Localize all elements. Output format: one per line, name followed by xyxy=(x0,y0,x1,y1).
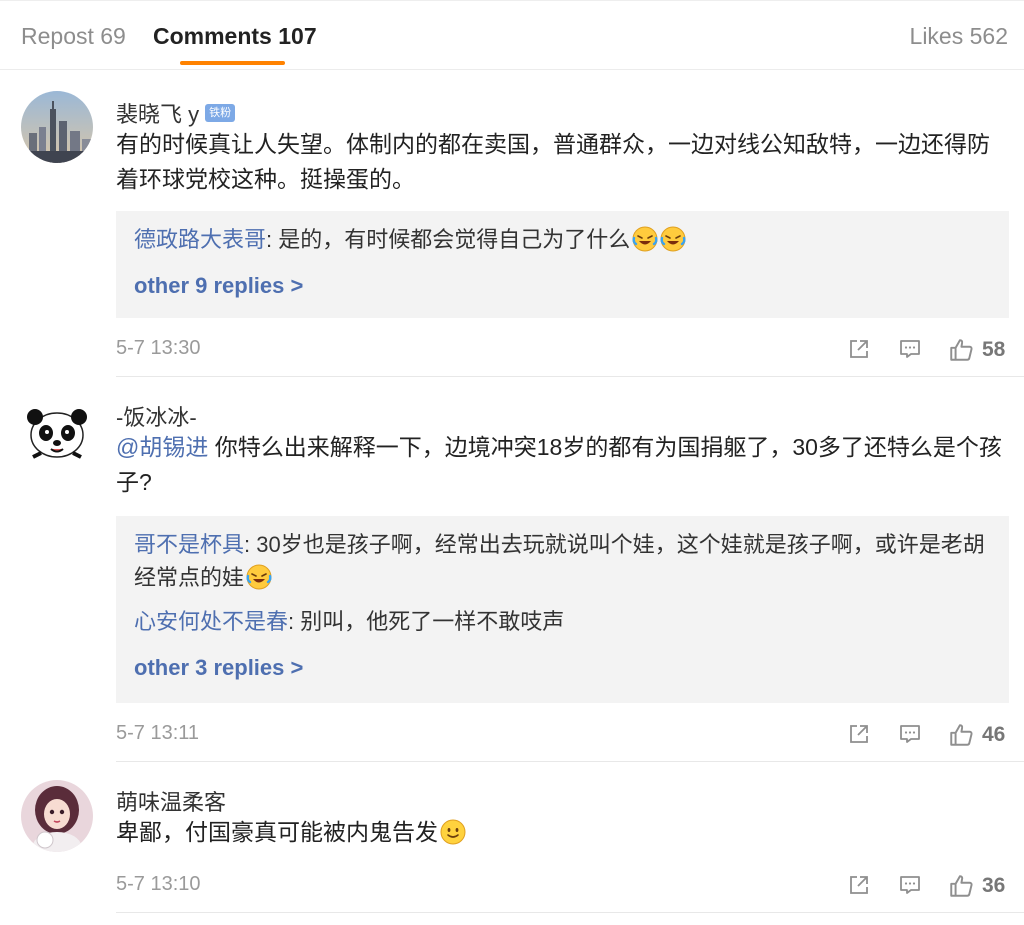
like-button[interactable]: 46 xyxy=(948,722,1005,748)
reply-author[interactable]: 心安何处不是春 xyxy=(134,609,288,634)
share-icon[interactable] xyxy=(847,337,871,361)
avatar[interactable] xyxy=(21,780,93,852)
comment-text: 有的时候真让人失望。体制内的都在卖国，普通群众，一边对线公知敌特，一边还得防着环… xyxy=(116,131,990,192)
comment-icon[interactable] xyxy=(898,722,922,746)
timestamp: 5-7 13:10 xyxy=(116,873,201,895)
divider xyxy=(116,761,1024,762)
username-text[interactable]: -饭冰冰- xyxy=(116,400,197,432)
tab-likes[interactable]: Likes 562 xyxy=(910,23,1008,50)
comment-text: 卑鄙，付国豪真可能被内鬼告发 xyxy=(116,815,1006,850)
username-text[interactable]: 裴晓飞 y xyxy=(116,97,199,129)
comment-body: 卑鄙，付国豪真可能被内鬼告发 xyxy=(116,819,438,845)
username-text[interactable]: 萌味温柔客 xyxy=(116,785,226,817)
like-button[interactable]: 36 xyxy=(948,873,1005,899)
comment-icon[interactable] xyxy=(898,873,922,897)
avatar[interactable] xyxy=(21,395,93,467)
timestamp: 5-7 13:30 xyxy=(116,337,201,359)
avatar[interactable] xyxy=(21,91,93,163)
laugh-cry-emoji xyxy=(632,226,658,252)
like-icon xyxy=(948,337,974,363)
divider xyxy=(116,376,1024,377)
more-replies-link[interactable]: other 3 replies > xyxy=(134,653,303,683)
timestamp: 5-7 13:11 xyxy=(116,722,200,744)
comment-meta: 5-7 13:11 46 xyxy=(116,720,1009,750)
like-button[interactable]: 58 xyxy=(948,337,1005,363)
reply-line: 哥不是杯具: 30岁也是孩子啊，经常出去玩就说叫个娃，这个娃就是孩子啊，或许是老… xyxy=(134,528,991,594)
username[interactable]: 萌味温柔客 xyxy=(116,785,226,817)
comment-body: 你特么出来解释一下，边境冲突18岁的都有为国捐躯了，30多了还特么是个孩子? xyxy=(116,434,1002,495)
comment-icon[interactable] xyxy=(898,337,922,361)
tab-repost[interactable]: Repost 69 xyxy=(21,23,126,50)
reply-text: : 是的，有时候都会觉得自己为了什么 xyxy=(266,227,631,252)
comment-text: @胡锡进 你特么出来解释一下，边境冲突18岁的都有为国捐躯了，30多了还特么是个… xyxy=(116,430,1006,500)
reply-text: : 别叫，他死了一样不敢吱声 xyxy=(288,609,565,634)
comment-meta: 5-7 13:10 36 xyxy=(116,871,1009,901)
reply-author[interactable]: 德政路大表哥 xyxy=(134,227,266,252)
like-icon xyxy=(948,873,974,899)
divider xyxy=(116,912,1024,913)
tab-bar: Repost 69 Comments 107 Likes 562 xyxy=(0,0,1024,70)
reply-author[interactable]: 哥不是杯具 xyxy=(134,532,244,557)
more-replies-link[interactable]: other 9 replies > xyxy=(134,271,303,301)
reply-line: 德政路大表哥: 是的，有时候都会觉得自己为了什么 xyxy=(134,223,991,256)
like-count: 58 xyxy=(982,338,1006,361)
like-count: 46 xyxy=(982,723,1006,746)
reply-line: 心安何处不是春: 别叫，他死了一样不敢吱声 xyxy=(134,605,991,638)
share-icon[interactable] xyxy=(847,722,871,746)
active-tab-indicator xyxy=(180,61,285,65)
mention-link[interactable]: @胡锡进 xyxy=(116,434,208,460)
laugh-cry-emoji xyxy=(660,226,686,252)
reply-box[interactable]: 哥不是杯具: 30岁也是孩子啊，经常出去玩就说叫个娃，这个娃就是孩子啊，或许是老… xyxy=(116,516,1009,703)
like-count: 36 xyxy=(982,874,1006,897)
like-icon xyxy=(948,722,974,748)
smile-emoji xyxy=(440,819,466,845)
reply-box[interactable]: 德政路大表哥: 是的，有时候都会觉得自己为了什么 other 9 replies… xyxy=(116,211,1009,318)
laugh-cry-emoji xyxy=(246,564,272,590)
comment-meta: 5-7 13:30 58 xyxy=(116,335,1009,365)
fan-badge: 铁粉 xyxy=(205,104,236,122)
username[interactable]: -饭冰冰- xyxy=(116,400,197,432)
tab-comments[interactable]: Comments 107 xyxy=(153,23,317,50)
share-icon[interactable] xyxy=(847,873,871,897)
username[interactable]: 裴晓飞 y 铁粉 xyxy=(116,97,236,129)
